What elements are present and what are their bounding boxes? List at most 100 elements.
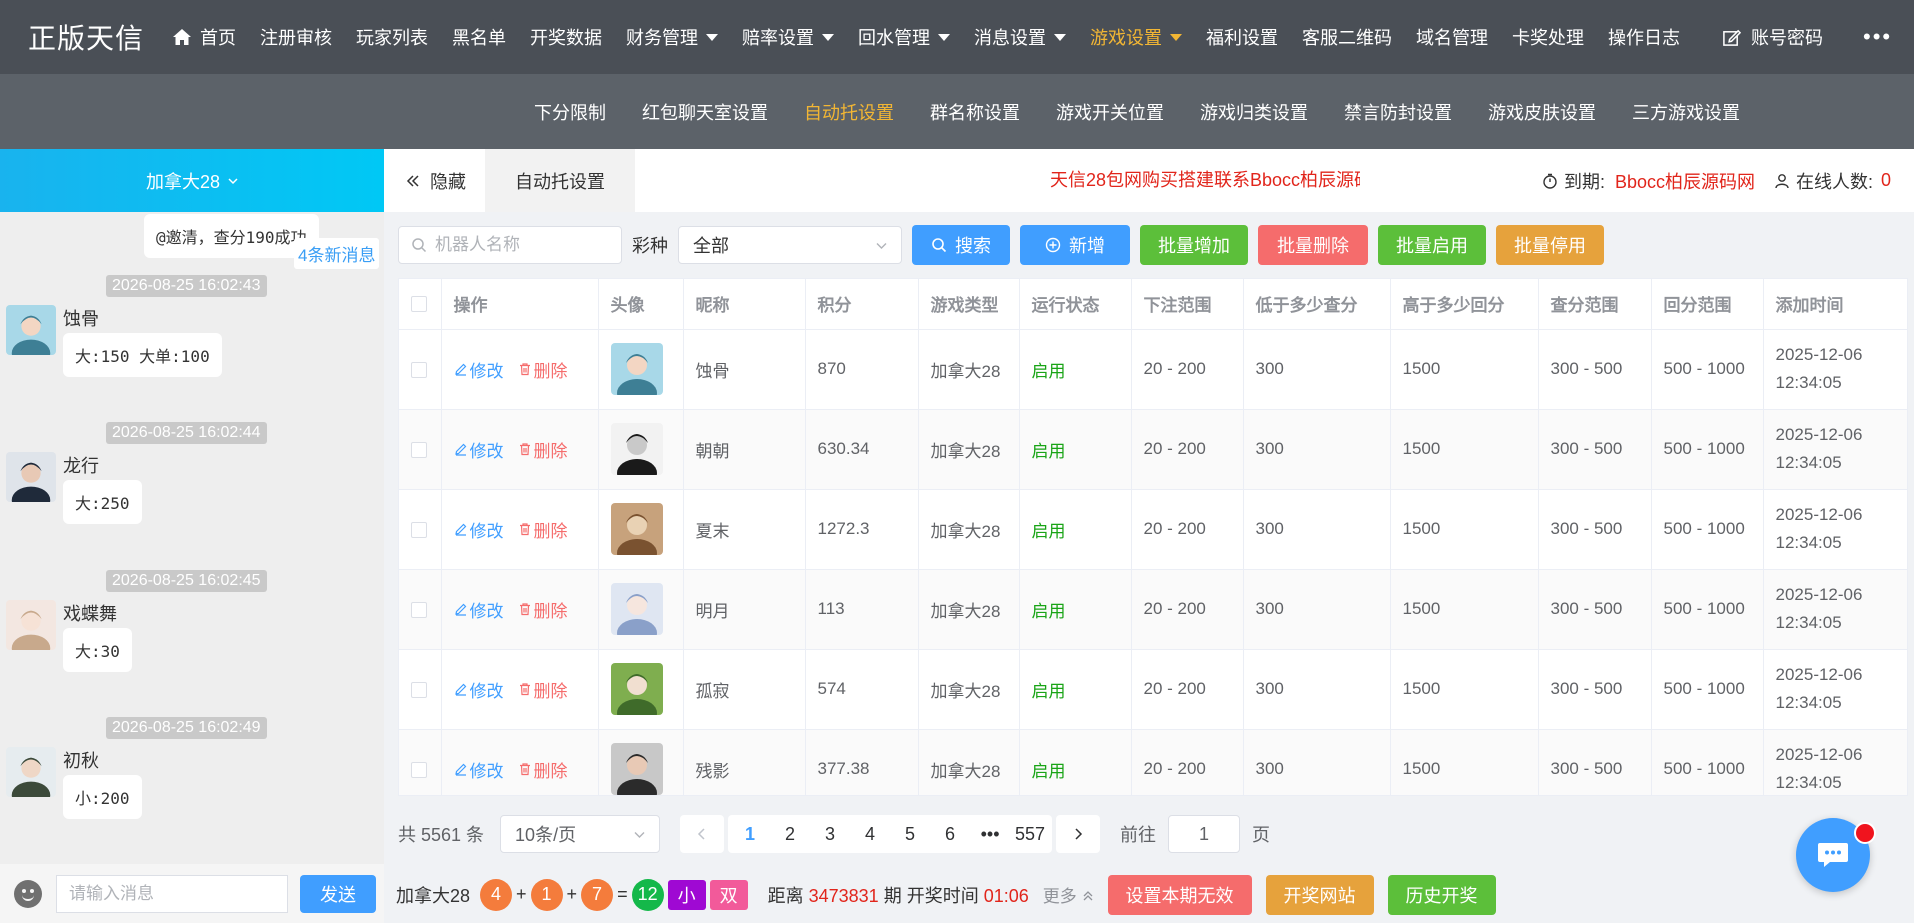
result-ball-3: 7 <box>581 878 614 911</box>
bet-range-cell: 20 - 200 <box>1131 409 1244 490</box>
batch-enable-button[interactable]: 批量启用 <box>1378 225 1486 265</box>
nav-item-0[interactable]: 注册审核 <box>248 0 344 74</box>
page-prev[interactable] <box>680 815 725 853</box>
nav-item-13[interactable]: 操作日志 <box>1596 0 1692 74</box>
page-number[interactable]: 1 <box>730 815 770 853</box>
delete-button[interactable]: 删除 <box>518 597 568 622</box>
page-size-select[interactable]: 10条/页 <box>500 815 661 853</box>
page-next[interactable] <box>1056 815 1101 853</box>
row-checkbox[interactable] <box>411 601 427 618</box>
more-toggle[interactable]: 更多 <box>1043 882 1094 907</box>
lottery-site-button[interactable]: 开奖网站 <box>1265 874 1374 915</box>
nav-item-2[interactable]: 黑名单 <box>440 0 518 74</box>
subnav-item-3[interactable]: 群名称设置 <box>930 99 1020 125</box>
online-label: 在线人数: <box>1796 171 1874 192</box>
subnav-item-2[interactable]: 自动托设置 <box>804 99 894 125</box>
emoji-icon[interactable] <box>14 879 42 908</box>
subnav-item-5[interactable]: 游戏归类设置 <box>1200 99 1308 125</box>
edit-button[interactable]: 修改 <box>454 437 504 462</box>
nav-item-10[interactable]: 客服二维码 <box>1290 0 1404 74</box>
nav-item-9[interactable]: 福利设置 <box>1194 0 1290 74</box>
page-number[interactable]: 5 <box>890 815 930 853</box>
score-cell: 1272.3 <box>805 489 919 570</box>
nav-item-1[interactable]: 玩家列表 <box>344 0 440 74</box>
batch-delete-button[interactable]: 批量删除 <box>1258 225 1368 265</box>
added-time-cell: 2025-12-06 12:34:05 <box>1763 489 1907 570</box>
page-number[interactable]: ••• <box>970 815 1010 853</box>
avatar[interactable] <box>6 452 56 502</box>
page-number[interactable]: 3 <box>810 815 850 853</box>
chat-bubble: 大:250 <box>63 480 142 524</box>
chevron-left-icon <box>697 828 705 840</box>
lottery-select[interactable]: 全部 <box>678 226 902 264</box>
invalidate-period-button[interactable]: 设置本期无效 <box>1107 874 1252 915</box>
subnav-item-7[interactable]: 游戏皮肤设置 <box>1488 99 1596 125</box>
subnav-item-1[interactable]: 红包聊天室设置 <box>642 99 768 125</box>
page-number[interactable]: 2 <box>770 815 810 853</box>
avatar <box>610 743 663 795</box>
add-button[interactable]: 新增 <box>1020 225 1130 265</box>
edit-button[interactable]: 修改 <box>454 757 504 782</box>
avatar[interactable] <box>6 305 56 355</box>
return-range-cell: 500 - 1000 <box>1651 569 1764 650</box>
lottery-name: 加拿大28 <box>396 885 471 906</box>
new-messages-badge[interactable]: 4条新消息 <box>294 238 380 269</box>
edit-button[interactable]: 修改 <box>454 517 504 542</box>
batch-disable-button[interactable]: 批量停用 <box>1496 225 1604 265</box>
nav-item-12[interactable]: 卡奖处理 <box>1500 0 1596 74</box>
nav-item-5[interactable]: 赔率设置 <box>730 0 846 74</box>
subnav-item-8[interactable]: 三方游戏设置 <box>1632 99 1740 125</box>
delete-button[interactable]: 删除 <box>518 677 568 702</box>
nav-item-home[interactable]: 首页 <box>160 0 248 74</box>
nav-item-6[interactable]: 回水管理 <box>846 0 962 74</box>
nav-item-11[interactable]: 域名管理 <box>1404 0 1500 74</box>
chat-messages[interactable]: @邀清，查分190成功 4条新消息 2026-08-25 16:02:43 蚀骨大… <box>0 212 384 864</box>
row-checkbox[interactable] <box>411 681 427 698</box>
avatar[interactable] <box>6 600 56 650</box>
row-checkbox[interactable] <box>411 521 427 538</box>
nav-item-label: 注册审核 <box>260 28 332 48</box>
search-button[interactable]: 搜索 <box>912 225 1010 265</box>
chat-room-selector[interactable]: 加拿大28 <box>0 149 384 212</box>
nav-item-account[interactable]: 账号密码 <box>1692 0 1835 74</box>
goto-page-input[interactable] <box>1168 815 1241 853</box>
edit-button[interactable]: 修改 <box>454 597 504 622</box>
row-checkbox[interactable] <box>411 441 427 458</box>
delete-button[interactable]: 删除 <box>518 517 568 542</box>
subnav-item-0[interactable]: 下分限制 <box>534 99 606 125</box>
hide-sidebar-button[interactable]: 隐藏 <box>406 149 466 212</box>
row-checkbox[interactable] <box>411 761 427 778</box>
avatar[interactable] <box>6 747 56 797</box>
row-checkbox[interactable] <box>411 361 427 378</box>
tab-auto-bot-settings[interactable]: 自动托设置 <box>485 149 635 212</box>
page-number[interactable]: 6 <box>930 815 970 853</box>
table-row: 修改 删除 蚀骨 870 加拿大28 启用 20 - 200 300 1500 300 - 500… <box>399 329 1907 410</box>
delete-button[interactable]: 删除 <box>518 757 568 782</box>
column-header-3: 积分 <box>805 279 919 330</box>
robot-name-input[interactable] <box>435 235 615 255</box>
nav-item-8[interactable]: 游戏设置 <box>1078 0 1194 74</box>
nav-item-3[interactable]: 开奖数据 <box>518 0 614 74</box>
subnav-item-4[interactable]: 游戏开关位置 <box>1056 99 1164 125</box>
send-button[interactable]: 发送 <box>300 874 376 913</box>
nav-item-4[interactable]: 财务管理 <box>614 0 730 74</box>
history-button[interactable]: 历史开奖 <box>1387 874 1496 915</box>
delete-button[interactable]: 删除 <box>518 357 568 382</box>
trash-icon <box>518 362 534 376</box>
subnav-item-6[interactable]: 禁言防封设置 <box>1344 99 1452 125</box>
result-ball-2: 1 <box>530 878 563 911</box>
more-dots-icon[interactable]: ••• <box>1863 24 1892 50</box>
expire-label: 到期: <box>1564 171 1606 192</box>
edit-button[interactable]: 修改 <box>454 357 504 382</box>
nav-item-7[interactable]: 消息设置 <box>962 0 1078 74</box>
select-all-checkbox[interactable] <box>411 296 427 313</box>
delete-button[interactable]: 删除 <box>518 437 568 462</box>
edit-icon <box>1723 29 1741 46</box>
page-number[interactable]: 4 <box>850 815 890 853</box>
batch-add-button[interactable]: 批量增加 <box>1140 225 1248 265</box>
chat-message-input[interactable] <box>56 874 288 913</box>
robot-name-search[interactable] <box>398 226 622 264</box>
edit-button[interactable]: 修改 <box>454 677 504 702</box>
page-number[interactable]: 557 <box>1010 815 1050 853</box>
nav-item-label: 黑名单 <box>452 28 506 48</box>
